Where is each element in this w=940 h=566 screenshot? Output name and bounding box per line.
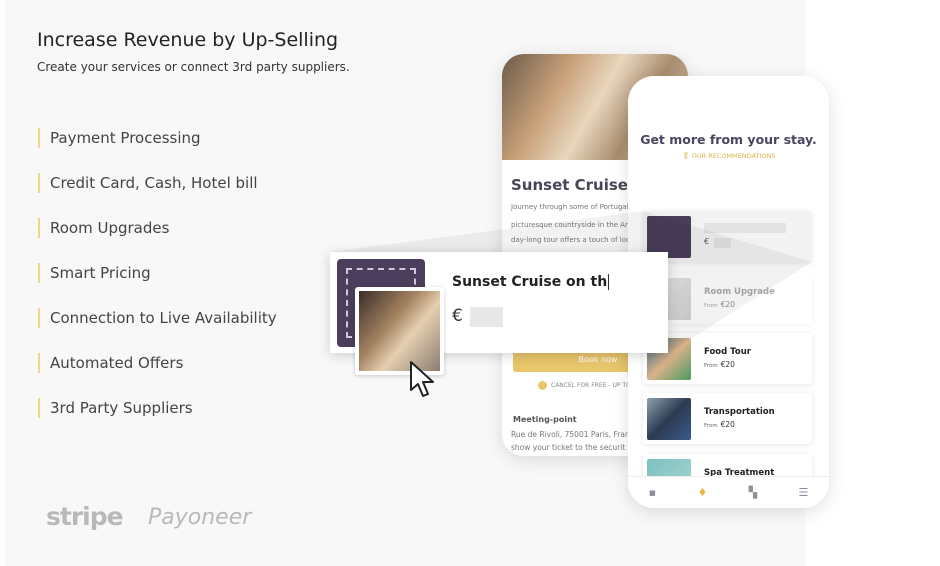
item-editor-popup: Sunset Cruise on th € — [330, 252, 668, 375]
title-input[interactable]: Sunset Cruise on th — [452, 274, 610, 290]
currency-label: € — [452, 306, 463, 326]
cursor-icon — [410, 361, 434, 397]
price-input[interactable] — [470, 307, 503, 327]
